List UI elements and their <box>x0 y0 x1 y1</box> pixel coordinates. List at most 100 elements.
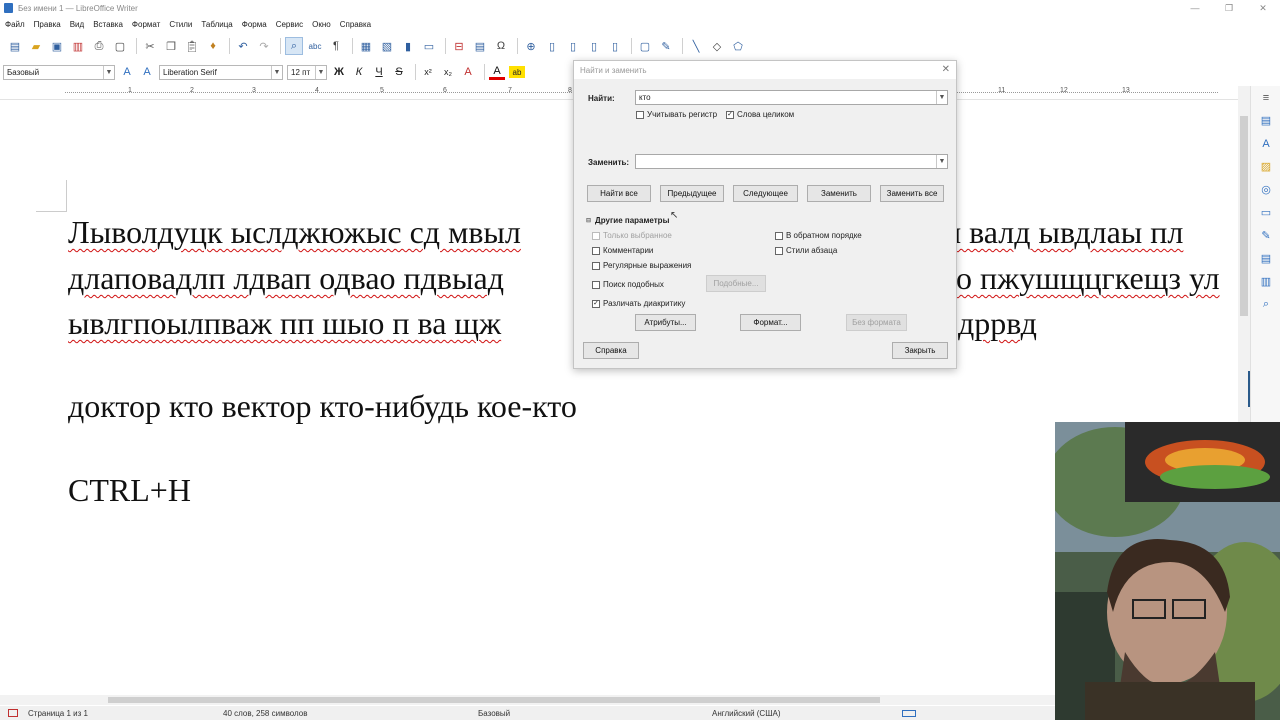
menu-edit[interactable]: Правка <box>34 20 61 29</box>
clone-formatting-icon[interactable]: ♦ <box>204 37 222 55</box>
style-inspector-icon[interactable]: ✎ <box>1251 224 1280 247</box>
only-selected-checkbox[interactable]: Только выбранное <box>592 231 672 240</box>
menu-table[interactable]: Таблица <box>201 20 232 29</box>
collapse-icon[interactable]: ⊟ <box>586 217 591 224</box>
horizontal-scrollbar[interactable] <box>0 695 1238 705</box>
font-name-select[interactable]: Liberation Serif ▼ <box>159 64 283 80</box>
match-case-checkbox[interactable]: Учитывать регистр <box>636 110 717 119</box>
endnote-icon[interactable]: ▯ <box>564 37 582 55</box>
checkbox-box[interactable] <box>592 261 600 270</box>
new-style-icon[interactable]: A <box>139 64 155 80</box>
checkbox-box[interactable] <box>592 246 600 255</box>
checkbox-box-checked[interactable]: ✓ <box>592 299 600 308</box>
print-icon[interactable]: ⎙ <box>90 37 108 55</box>
document-modified-icon[interactable] <box>8 709 18 717</box>
menu-window[interactable]: Окно <box>312 20 331 29</box>
checkbox-box-checked[interactable]: ✓ <box>726 110 734 119</box>
field-icon[interactable]: ▤ <box>471 37 489 55</box>
close-icon[interactable]: ✕ <box>942 64 950 75</box>
design-icon[interactable]: ▥ <box>1251 270 1280 293</box>
chevron-down-icon[interactable]: ▼ <box>936 91 947 104</box>
paragraph-styles-checkbox[interactable]: Стили абзаца <box>775 246 837 255</box>
sidebar-menu-icon[interactable]: ≡ <box>1251 86 1280 109</box>
menu-view[interactable]: Вид <box>70 20 84 29</box>
bold-button[interactable]: Ж <box>331 64 347 80</box>
chevron-down-icon[interactable]: ▼ <box>936 155 947 168</box>
new-document-icon[interactable]: ▤ <box>6 37 24 55</box>
find-all-button[interactable]: Найти все <box>587 185 651 202</box>
menu-help[interactable]: Справка <box>340 20 371 29</box>
line-icon[interactable]: ╲ <box>687 37 705 55</box>
horizontal-scrollbar-thumb[interactable] <box>108 697 880 703</box>
menu-form[interactable]: Форма <box>242 20 267 29</box>
print-preview-icon[interactable]: ▢ <box>111 37 129 55</box>
menu-tools[interactable]: Сервис <box>276 20 303 29</box>
no-format-button[interactable]: Без формата <box>846 314 907 331</box>
diacritics-checkbox[interactable]: ✓ Различать диакритику <box>592 299 685 308</box>
checkbox-box[interactable] <box>775 231 783 240</box>
replace-input[interactable]: ▼ <box>635 154 948 169</box>
close-window-button[interactable]: ✕ <box>1246 0 1280 16</box>
formatting-marks-icon[interactable]: ¶ <box>327 37 345 55</box>
checkbox-box[interactable] <box>636 110 644 119</box>
image-icon[interactable]: ▧ <box>378 37 396 55</box>
spellcheck-icon[interactable]: abc <box>306 37 324 55</box>
subscript-button[interactable]: x₂ <box>440 64 456 80</box>
footnote-icon[interactable]: ▯ <box>543 37 561 55</box>
attributes-button[interactable]: Атрибуты... <box>635 314 696 331</box>
navigator-icon[interactable]: ◎ <box>1251 178 1280 201</box>
paste-icon[interactable]: 📋︎ <box>183 37 201 55</box>
close-button[interactable]: Закрыть <box>892 342 948 359</box>
menu-styles[interactable]: Стили <box>169 20 192 29</box>
superscript-button[interactable]: x² <box>420 64 436 80</box>
status-page-style[interactable]: Базовый <box>478 709 510 718</box>
find-next-button[interactable]: Следующее <box>733 185 798 202</box>
help-button[interactable]: Справка <box>583 342 639 359</box>
clear-formatting-button[interactable]: A <box>460 64 476 80</box>
comments-checkbox[interactable]: Комментарии <box>592 246 653 255</box>
draw-functions-icon[interactable]: ⬠ <box>729 37 747 55</box>
replace-button[interactable]: Заменить <box>807 185 871 202</box>
vertical-scrollbar-thumb[interactable] <box>1240 116 1248 316</box>
find-sidebar-icon[interactable]: ⌕ <box>1251 293 1280 316</box>
single-page-view-icon[interactable] <box>902 710 916 717</box>
redo-icon[interactable]: ↷ <box>255 37 273 55</box>
similarity-checkbox[interactable]: Поиск подобных <box>592 280 664 289</box>
hyperlink-icon[interactable]: ⊕ <box>522 37 540 55</box>
textbox-icon[interactable]: ▭ <box>420 37 438 55</box>
replace-all-button[interactable]: Заменить все <box>880 185 944 202</box>
checkbox-box[interactable] <box>592 231 600 240</box>
export-pdf-icon[interactable]: ▥ <box>69 37 87 55</box>
highlight-button[interactable]: ab <box>509 66 525 78</box>
similarity-options-button[interactable]: Подобные... <box>706 275 766 292</box>
minimize-button[interactable]: — <box>1178 0 1212 16</box>
font-color-button[interactable]: A <box>489 65 505 80</box>
other-options-expander[interactable]: ⊟ Другие параметры <box>586 216 669 225</box>
status-language[interactable]: Английский (США) <box>712 709 781 718</box>
track-changes-icon[interactable]: ✎ <box>657 37 675 55</box>
backwards-checkbox[interactable]: В обратном порядке <box>775 231 862 240</box>
cross-reference-icon[interactable]: ▯ <box>606 37 624 55</box>
status-word-count[interactable]: 40 слов, 258 символов <box>223 709 307 718</box>
find-replace-icon[interactable]: ⌕ <box>285 37 303 55</box>
find-previous-button[interactable]: Предыдущее <box>660 185 724 202</box>
regex-checkbox[interactable]: Регулярные выражения <box>592 261 691 270</box>
find-input[interactable]: кто ▼ <box>635 90 948 105</box>
shapes-icon[interactable]: ◇ <box>708 37 726 55</box>
chart-icon[interactable]: ▮ <box>399 37 417 55</box>
styles-icon[interactable]: A <box>1251 132 1280 155</box>
table-icon[interactable]: ▦ <box>357 37 375 55</box>
update-style-icon[interactable]: A <box>119 64 135 80</box>
checkbox-box[interactable] <box>775 246 783 255</box>
restore-button[interactable]: ❐ <box>1212 0 1246 16</box>
strikethrough-button[interactable]: S <box>391 64 407 80</box>
copy-icon[interactable]: ❐ <box>162 37 180 55</box>
format-button[interactable]: Формат... <box>740 314 801 331</box>
italic-button[interactable]: К <box>351 64 367 80</box>
menu-insert[interactable]: Вставка <box>93 20 123 29</box>
bookmark-icon[interactable]: ▯ <box>585 37 603 55</box>
menu-format[interactable]: Формат <box>132 20 160 29</box>
menu-file[interactable]: Файл <box>5 20 25 29</box>
gallery-icon[interactable]: ▨ <box>1251 155 1280 178</box>
page-break-icon[interactable]: ⊟ <box>450 37 468 55</box>
